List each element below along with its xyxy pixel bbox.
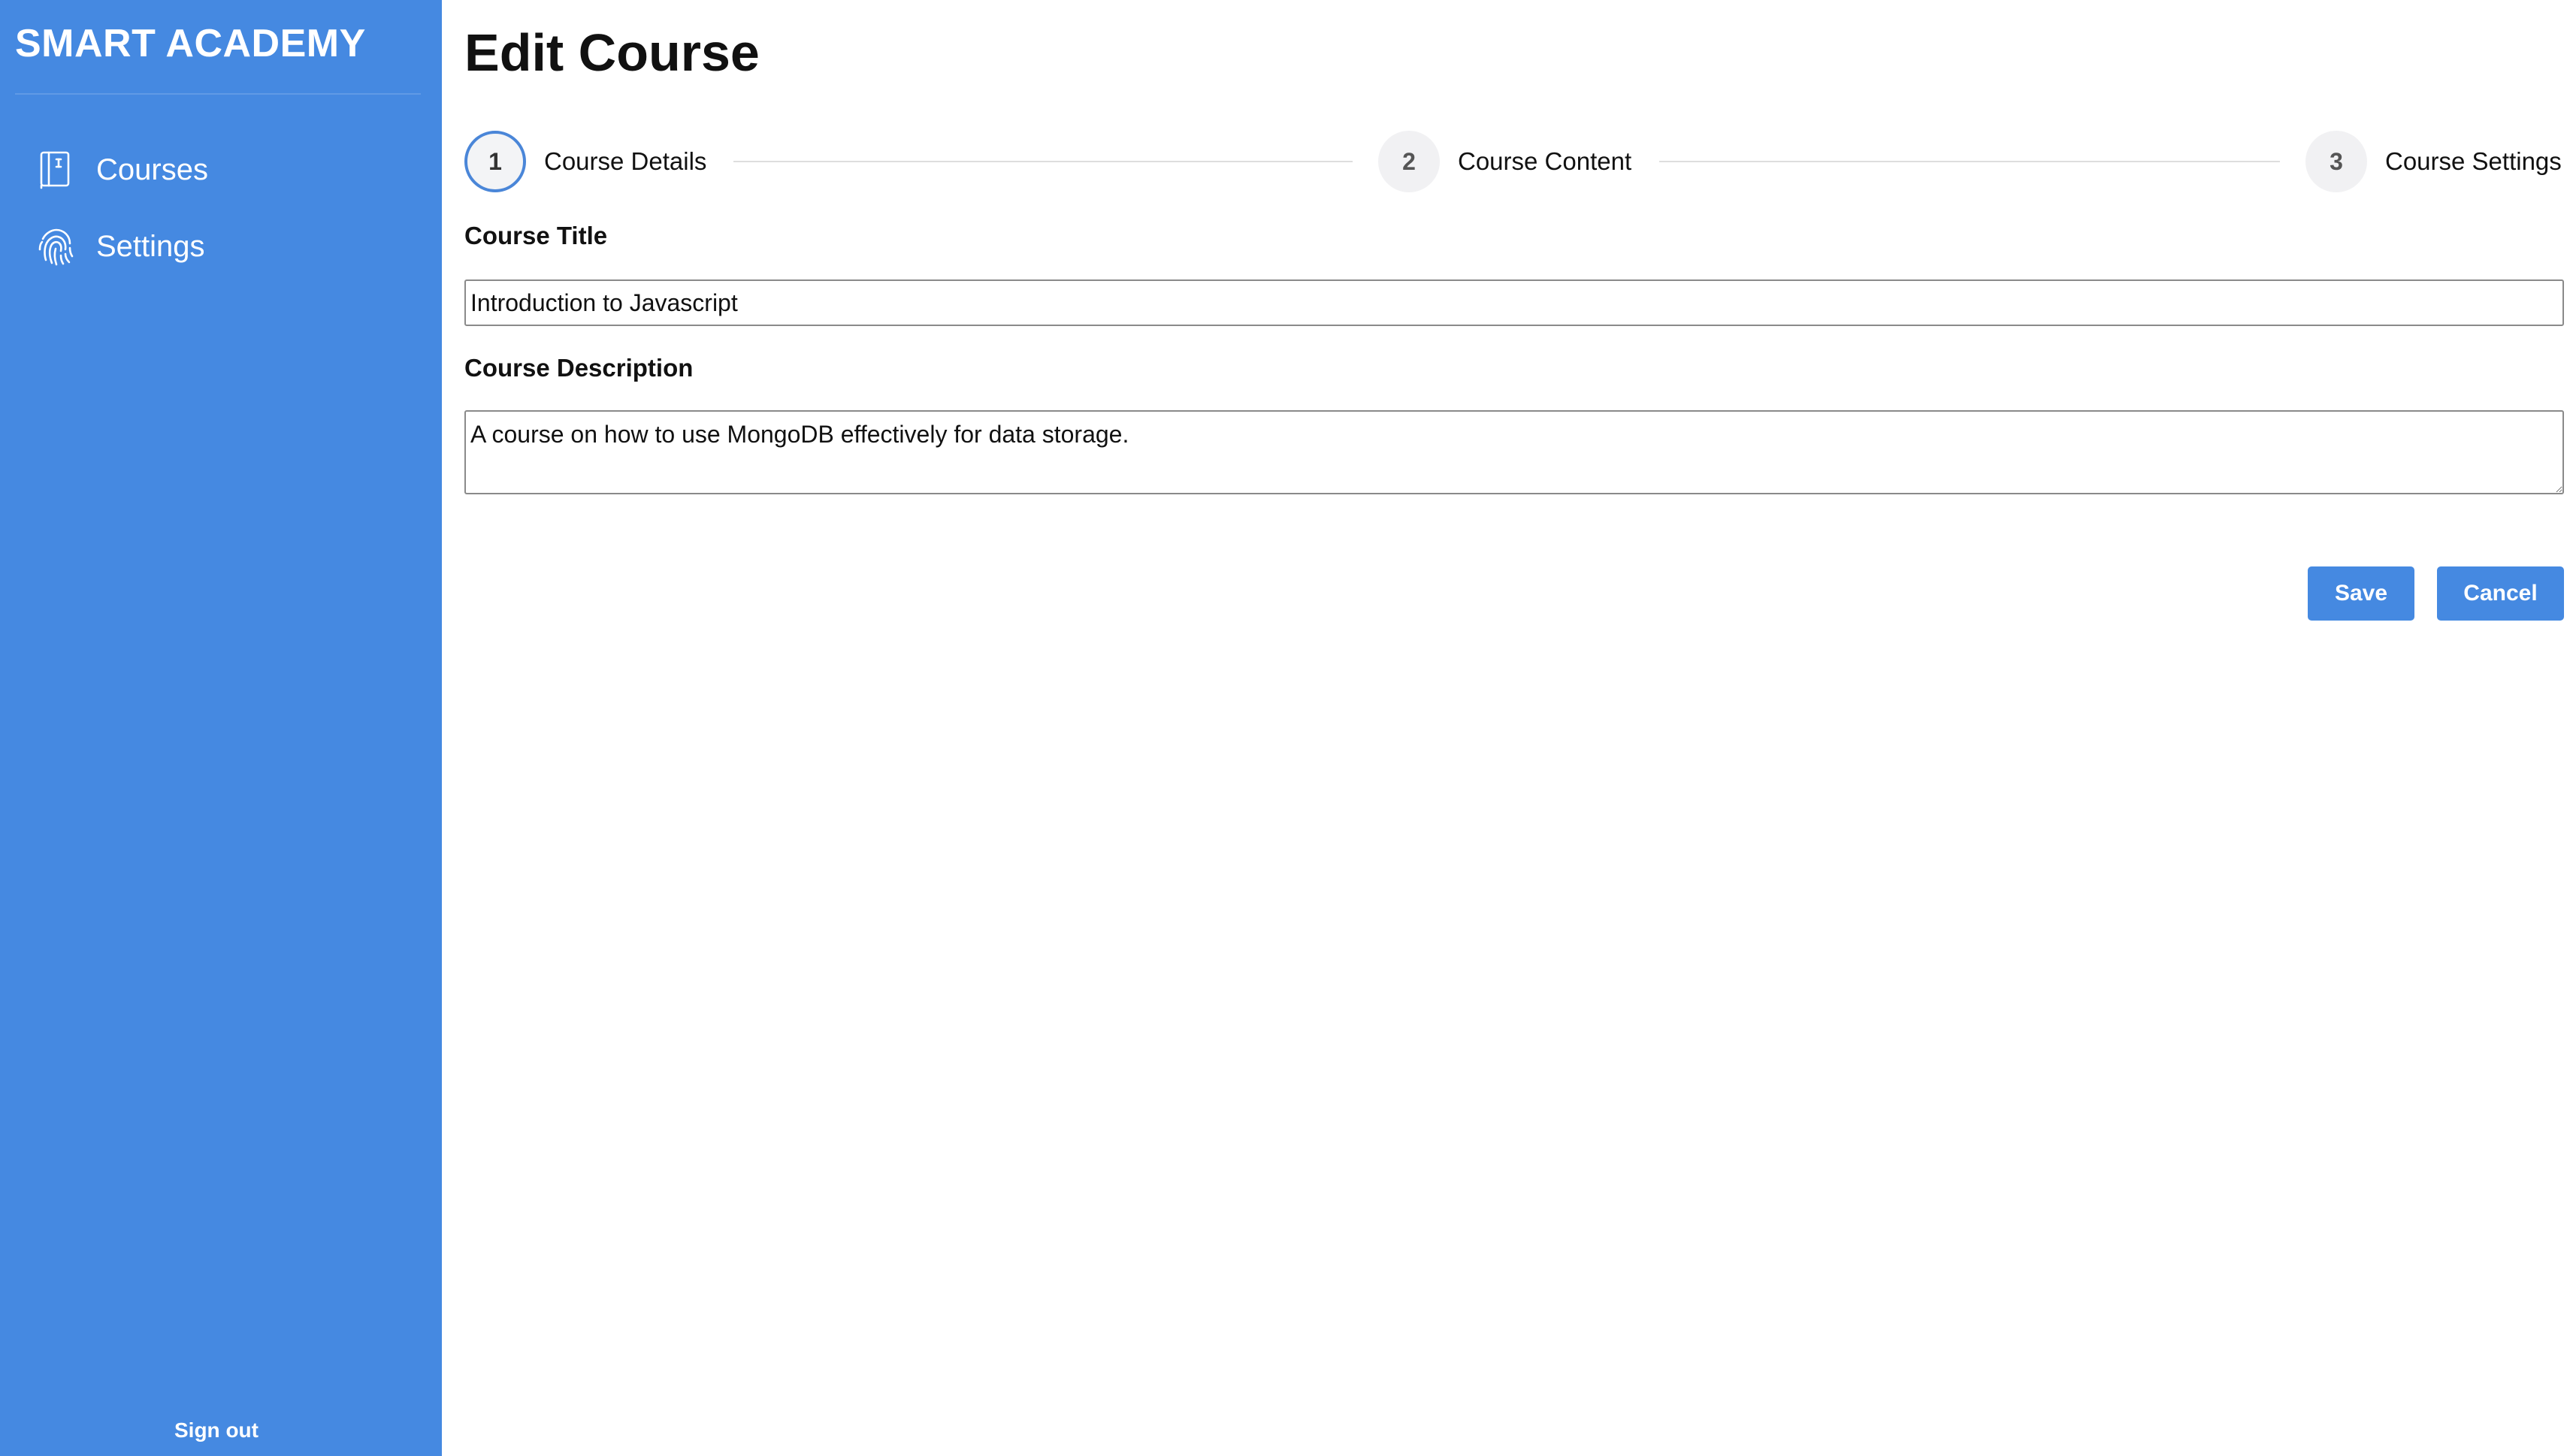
step-label: Course Settings [2385, 147, 2562, 175]
step-connector [733, 161, 1353, 162]
step-label: Course Content [1458, 147, 1632, 175]
step-label: Course Details [544, 147, 707, 175]
step-course-details[interactable]: 1 Course Details [464, 129, 706, 194]
step-course-settings[interactable]: 3 Course Settings [2305, 129, 2562, 194]
course-title-input[interactable] [464, 279, 2564, 326]
sidebar-divider [15, 93, 421, 95]
sidebar-item-label: Courses [96, 153, 208, 186]
main-content: Edit Course 1 Course Details 2 Course Co… [464, 0, 2564, 1456]
brand-title: SMART ACADEMY [15, 22, 366, 65]
cancel-button[interactable]: Cancel [2437, 566, 2564, 621]
step-number-badge: 2 [1378, 131, 1440, 192]
sidebar: SMART ACADEMY Courses Settings Sign out [0, 0, 442, 1456]
save-button[interactable]: Save [2308, 566, 2414, 621]
sidebar-item-courses[interactable]: Courses [36, 146, 208, 194]
step-number-badge: 3 [2305, 131, 2367, 192]
app-root: SMART ACADEMY Courses Settings Sign out … [0, 0, 2573, 1456]
step-number-badge: 1 [464, 131, 526, 192]
sidebar-item-label: Settings [96, 230, 205, 263]
course-description-textarea[interactable]: A course on how to use MongoDB effective… [464, 410, 2564, 494]
sign-out-link[interactable]: Sign out [0, 1415, 433, 1445]
fingerprint-icon [36, 227, 75, 266]
step-course-content[interactable]: 2 Course Content [1378, 129, 1631, 194]
sidebar-item-settings[interactable]: Settings [36, 222, 205, 270]
step-connector [1659, 161, 2280, 162]
course-description-label: Course Description [464, 354, 694, 382]
book-icon [36, 150, 75, 189]
course-title-label: Course Title [464, 222, 608, 249]
page-title: Edit Course [464, 23, 760, 82]
